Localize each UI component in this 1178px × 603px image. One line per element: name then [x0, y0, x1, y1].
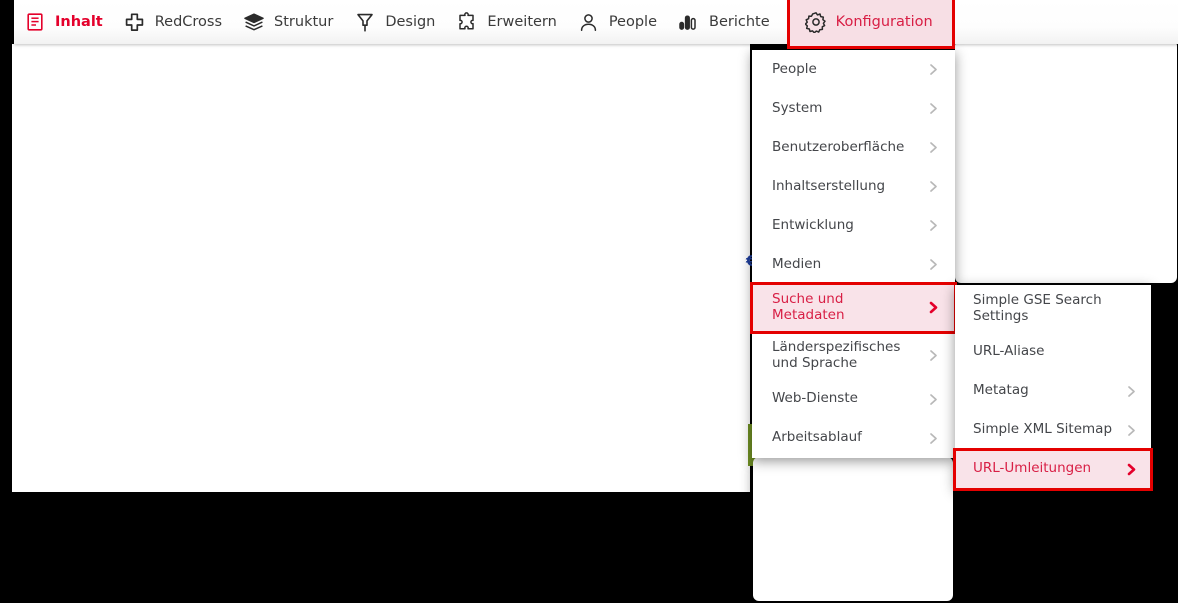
- toolbar-item-konfiguration[interactable]: Konfiguration: [786, 0, 955, 49]
- menu-item-system[interactable]: System: [752, 89, 955, 128]
- toolbar-item-label: Erweitern: [487, 13, 557, 30]
- submenu-item-url-aliase[interactable]: URL-Aliase: [955, 332, 1151, 372]
- menu-item-label: Entwicklung: [772, 216, 854, 233]
- menu-item-label: Länderspezifisches und Sprache: [772, 338, 901, 371]
- configuration-dropdown-menu: People System Benutzeroberfläche Inhalts…: [750, 50, 957, 458]
- menu-item-label: Medien: [772, 255, 822, 272]
- menu-item-benutzeroberflaeche[interactable]: Benutzeroberfläche: [752, 128, 955, 167]
- submenu-item-metatag[interactable]: Metatag: [955, 371, 1151, 411]
- submenu-item-simple-gse-search-settings[interactable]: Simple GSE Search Settings: [955, 285, 1151, 333]
- chevron-right-icon: [928, 393, 939, 406]
- bar-chart-icon: [678, 11, 700, 33]
- toolbar-item-label: Struktur: [274, 13, 334, 30]
- chevron-right-icon: [928, 63, 939, 76]
- menu-item-web-dienste[interactable]: Web-Dienste: [752, 379, 955, 419]
- submenu-item-label: URL-Aliase: [973, 343, 1045, 360]
- submenu-item-simple-xml-sitemap[interactable]: Simple XML Sitemap: [955, 410, 1151, 450]
- menu-item-label: Benutzeroberfläche: [772, 138, 905, 155]
- toolbar-item-label: Design: [385, 13, 436, 30]
- menu-item-label: Arbeitsablauf: [772, 429, 862, 446]
- submenu-item-label: URL-Umleitungen: [973, 460, 1092, 477]
- person-icon: [578, 11, 600, 33]
- menu-item-medien[interactable]: Medien: [752, 245, 955, 284]
- toolbar-item-people[interactable]: People: [568, 0, 668, 44]
- admin-toolbar: Inhalt RedCross Struktur Design Erweiter…: [14, 0, 1178, 49]
- chevron-right-icon: [928, 301, 939, 314]
- cross-plus-icon: [124, 11, 146, 33]
- toolbar-item-redcross[interactable]: RedCross: [114, 0, 233, 44]
- menu-item-entwicklung[interactable]: Entwicklung: [752, 206, 955, 245]
- submenu-item-url-umleitungen[interactable]: URL-Umleitungen: [953, 447, 1153, 491]
- puzzle-piece-icon: [456, 11, 478, 33]
- menu-item-label: Suche und Metadaten: [772, 291, 845, 323]
- submenu-item-label: Simple GSE Search Settings: [973, 292, 1102, 324]
- toolbar-item-label: RedCross: [154, 13, 223, 30]
- screen-root: € Inhalt RedCross: [0, 0, 1178, 603]
- chevron-right-icon: [928, 432, 939, 445]
- chevron-right-icon: [1126, 463, 1137, 476]
- menu-item-laenderspezifisches-und-sprache[interactable]: Länderspezifisches und Sprache: [752, 331, 955, 380]
- toolbar-item-label: Berichte: [709, 13, 770, 30]
- floating-panel-bottom: [753, 457, 953, 601]
- chevron-right-icon: [928, 102, 939, 115]
- toolbar-item-label: People: [608, 13, 658, 30]
- gear-icon: [804, 11, 827, 33]
- menu-item-inhaltserstellung[interactable]: Inhaltserstellung: [752, 167, 955, 206]
- toolbar-item-erweitern[interactable]: Erweitern: [446, 0, 567, 44]
- chevron-right-icon: [1126, 385, 1137, 398]
- menu-item-arbeitsablauf[interactable]: Arbeitsablauf: [752, 418, 955, 458]
- chevron-right-icon: [928, 141, 939, 154]
- chevron-right-icon: [928, 258, 939, 271]
- content-document-icon: [24, 11, 46, 33]
- main-content-area: [12, 44, 750, 492]
- menu-item-people[interactable]: People: [752, 50, 955, 89]
- layers-icon: [243, 11, 265, 33]
- toolbar-item-design[interactable]: Design: [344, 0, 446, 44]
- menu-item-label: People: [772, 60, 817, 77]
- menu-item-label: System: [772, 99, 823, 116]
- search-metadata-submenu: Simple GSE Search Settings URL-Aliase Me…: [953, 285, 1153, 491]
- chevron-right-icon: [1126, 424, 1137, 437]
- toolbar-item-inhalt[interactable]: Inhalt: [14, 0, 114, 44]
- menu-item-label: Web-Dienste: [772, 390, 858, 407]
- paint-brush-icon: [354, 11, 376, 33]
- chevron-right-icon: [928, 219, 939, 232]
- chevron-right-icon: [928, 349, 939, 362]
- toolbar-item-label: Inhalt: [55, 13, 103, 30]
- toolbar-item-berichte[interactable]: Berichte: [668, 0, 781, 44]
- chevron-right-icon: [928, 180, 939, 193]
- menu-item-suche-und-metadaten[interactable]: Suche und Metadaten: [750, 282, 957, 334]
- submenu-item-label: Metatag: [973, 382, 1029, 399]
- menu-item-label: Inhaltserstellung: [772, 177, 886, 194]
- floating-panel-top-right: [955, 40, 1177, 283]
- toolbar-item-struktur[interactable]: Struktur: [233, 0, 344, 44]
- toolbar-item-label: Konfiguration: [835, 13, 933, 30]
- submenu-item-label: Simple XML Sitemap: [973, 421, 1113, 438]
